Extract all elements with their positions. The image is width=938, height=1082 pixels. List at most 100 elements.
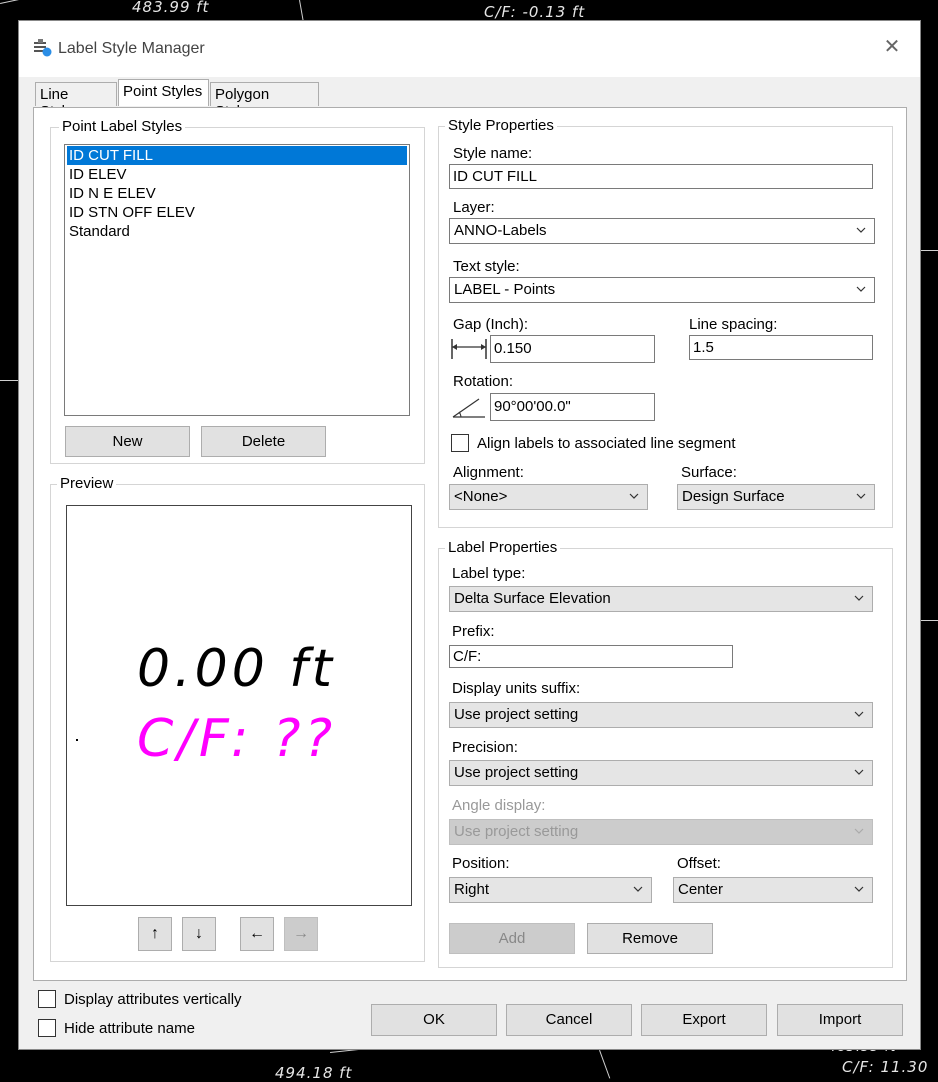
- export-button[interactable]: Export: [641, 1004, 767, 1036]
- new-button[interactable]: New: [65, 426, 190, 457]
- cad-text: C/F: -0.13 ft: [484, 3, 586, 21]
- close-button[interactable]: ✕: [880, 35, 904, 59]
- label-type-label: Label type:: [452, 565, 526, 582]
- position-label: Position:: [452, 855, 510, 872]
- cad-text: 494.18 ft: [275, 1064, 353, 1082]
- cad-line: [0, 0, 138, 4]
- chevron-down-icon: [856, 493, 866, 499]
- cancel-button[interactable]: Cancel: [506, 1004, 632, 1036]
- chevron-down-icon: [854, 769, 864, 775]
- offset-select[interactable]: Center: [673, 877, 873, 903]
- alignment-label: Alignment:: [453, 464, 524, 481]
- ok-button[interactable]: OK: [371, 1004, 497, 1036]
- label-type-value: Delta Surface Elevation: [454, 590, 611, 607]
- line-spacing-label: Line spacing:: [689, 316, 778, 333]
- style-name-label: Style name:: [453, 145, 533, 162]
- list-item[interactable]: Standard: [67, 222, 407, 241]
- tab-point-styles[interactable]: Point Styles: [118, 79, 209, 106]
- move-down-button[interactable]: ↓: [182, 917, 216, 951]
- group-label: Style Properties: [445, 117, 557, 134]
- gap-label: Gap (Inch):: [453, 316, 529, 333]
- surface-value: Design Surface: [682, 488, 785, 505]
- list-item[interactable]: ID STN OFF ELEV: [67, 203, 407, 222]
- label-type-select[interactable]: Delta Surface Elevation: [449, 586, 873, 612]
- chevron-down-icon: [854, 595, 864, 601]
- add-button[interactable]: Add: [449, 923, 575, 954]
- point-styles-panel: Point Label Styles ID CUT FILL ID ELEV I…: [33, 107, 907, 981]
- move-left-button[interactable]: ←: [240, 917, 274, 951]
- rotation-angle-icon: [452, 398, 485, 418]
- chevron-down-icon: [633, 886, 643, 892]
- layer-value: ANNO-Labels: [454, 222, 547, 239]
- cad-line: [0, 380, 18, 381]
- line-spacing-input[interactable]: 1.5: [689, 335, 873, 360]
- style-properties-group: Style Properties Style name: ID CUT FILL…: [438, 117, 893, 528]
- units-suffix-select[interactable]: Use project setting: [449, 702, 873, 728]
- prefix-label: Prefix:: [452, 623, 495, 640]
- layer-select[interactable]: ANNO-Labels: [449, 218, 875, 244]
- preview-group: Preview 0.00 ft C/F: ?? ↑ ↓ ← →: [50, 475, 425, 962]
- group-label: Point Label Styles: [59, 118, 186, 135]
- angle-display-select[interactable]: Use project setting: [449, 819, 873, 845]
- list-item[interactable]: ID CUT FILL: [66, 145, 408, 166]
- precision-label: Precision:: [452, 739, 518, 756]
- label-style-manager-window: Label Style Manager ✕ Line Styles Point …: [18, 20, 921, 1050]
- window-title: Label Style Manager: [58, 40, 205, 57]
- surface-select[interactable]: Design Surface: [677, 484, 875, 510]
- units-suffix-value: Use project setting: [454, 706, 579, 723]
- move-right-button[interactable]: →: [284, 917, 318, 951]
- text-style-select[interactable]: LABEL - Points: [449, 277, 875, 303]
- alignment-select[interactable]: <None>: [449, 484, 648, 510]
- cad-line: [921, 250, 938, 251]
- hide-attribute-label: Hide attribute name: [64, 1020, 195, 1037]
- align-to-line-label: Align labels to associated line segment: [477, 435, 736, 452]
- chevron-down-icon: [854, 886, 864, 892]
- precision-select[interactable]: Use project setting: [449, 760, 873, 786]
- remove-button[interactable]: Remove: [587, 923, 713, 954]
- precision-value: Use project setting: [454, 764, 579, 781]
- style-name-input[interactable]: ID CUT FILL: [449, 164, 873, 189]
- hide-attribute-checkbox[interactable]: [38, 1019, 56, 1037]
- cad-text: C/F: 11.30: [842, 1058, 929, 1076]
- point-label-styles-group: Point Label Styles ID CUT FILL ID ELEV I…: [50, 118, 425, 464]
- list-item[interactable]: ID ELEV: [67, 165, 407, 184]
- offset-label: Offset:: [677, 855, 721, 872]
- align-to-line-checkbox[interactable]: [451, 434, 469, 452]
- chevron-down-icon: [856, 286, 866, 292]
- chevron-down-icon: [856, 227, 866, 233]
- gap-input[interactable]: 0.150: [490, 335, 655, 363]
- point-label-styles-list[interactable]: ID CUT FILL ID ELEV ID N E ELEV ID STN O…: [64, 144, 410, 416]
- offset-value: Center: [678, 881, 724, 898]
- rotation-input[interactable]: 90°00'00.0": [490, 393, 655, 421]
- prefix-input[interactable]: C/F:: [449, 645, 733, 668]
- tab-polygon-styles[interactable]: Polygon Styles: [210, 82, 319, 120]
- chevron-down-icon: [629, 493, 639, 499]
- group-label: Preview: [57, 475, 117, 492]
- delete-button[interactable]: Delete: [201, 426, 326, 457]
- tab-line-styles[interactable]: Line Styles: [35, 82, 117, 120]
- rotation-label: Rotation:: [453, 373, 514, 390]
- angle-display-label: Angle display:: [452, 797, 546, 814]
- title-bar: Label Style Manager ✕: [19, 21, 920, 77]
- group-label: Label Properties: [445, 539, 561, 556]
- text-style-value: LABEL - Points: [454, 281, 556, 298]
- alignment-value: <None>: [454, 488, 508, 505]
- chevron-down-icon: [854, 828, 864, 834]
- point-marker: [76, 739, 78, 741]
- display-vertically-label: Display attributes vertically: [64, 991, 242, 1008]
- display-vertically-checkbox[interactable]: [38, 990, 56, 1008]
- position-select[interactable]: Right: [449, 877, 652, 903]
- preview-line-elevation: 0.00 ft: [137, 639, 337, 699]
- app-icon: [34, 39, 52, 57]
- chevron-down-icon: [854, 711, 864, 717]
- preview-line-cut-fill: C/F: ??: [137, 709, 337, 769]
- preview-canvas: 0.00 ft C/F: ??: [66, 505, 412, 906]
- cad-line: [599, 1050, 611, 1079]
- import-button[interactable]: Import: [777, 1004, 903, 1036]
- text-style-label: Text style:: [453, 258, 520, 275]
- cad-line: [921, 620, 938, 621]
- units-suffix-label: Display units suffix:: [452, 680, 581, 697]
- list-item[interactable]: ID N E ELEV: [67, 184, 407, 203]
- move-up-button[interactable]: ↑: [138, 917, 172, 951]
- layer-label: Layer:: [453, 199, 495, 216]
